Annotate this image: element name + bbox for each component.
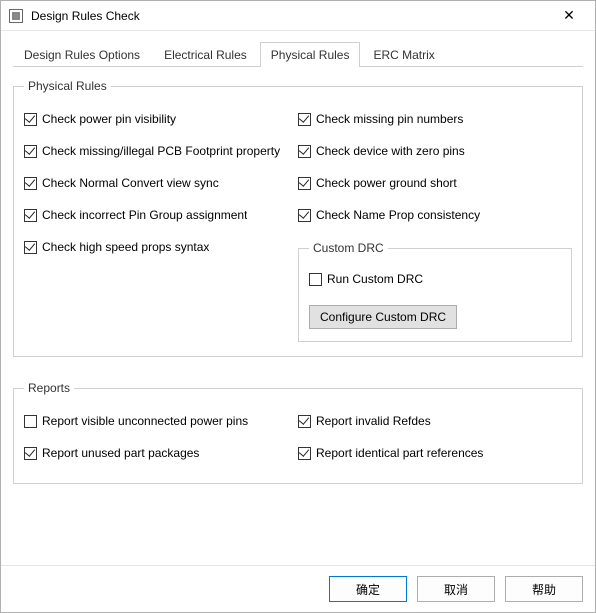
app-icon xyxy=(9,9,23,23)
checkbox-icon xyxy=(24,241,37,254)
checkbox-icon xyxy=(298,209,311,222)
check-power-ground-short[interactable]: Check power ground short xyxy=(298,176,572,190)
checkbox-label: Check Normal Convert view sync xyxy=(42,176,219,190)
checkbox-label: Run Custom DRC xyxy=(327,272,423,286)
checkbox-icon xyxy=(298,447,311,460)
checkbox-icon xyxy=(24,177,37,190)
window-title: Design Rules Check xyxy=(31,9,551,23)
ok-button[interactable]: 确定 xyxy=(329,576,407,602)
report-identical-part-references[interactable]: Report identical part references xyxy=(298,446,572,460)
checkbox-icon xyxy=(309,273,322,286)
check-power-pin-visibility[interactable]: Check power pin visibility xyxy=(24,112,298,126)
checkbox-label: Report invalid Refdes xyxy=(316,414,431,428)
checkbox-label: Check high speed props syntax xyxy=(42,240,209,254)
checkbox-icon xyxy=(298,145,311,158)
dialog-window: Design Rules Check ✕ Design Rules Option… xyxy=(0,0,596,613)
checkbox-icon xyxy=(24,209,37,222)
checkbox-icon xyxy=(24,415,37,428)
report-unused-part-packages[interactable]: Report unused part packages xyxy=(24,446,298,460)
tab-electrical-rules[interactable]: Electrical Rules xyxy=(153,42,258,67)
close-button[interactable]: ✕ xyxy=(551,1,587,30)
physical-rules-group: Physical Rules Check power pin visibilit… xyxy=(13,79,583,357)
checkbox-label: Report unused part packages xyxy=(42,446,199,460)
dialog-footer: 确定 取消 帮助 xyxy=(1,565,595,612)
checkbox-label: Report visible unconnected power pins xyxy=(42,414,248,428)
cancel-button[interactable]: 取消 xyxy=(417,576,495,602)
checkbox-label: Check incorrect Pin Group assignment xyxy=(42,208,247,222)
configure-custom-drc-button[interactable]: Configure Custom DRC xyxy=(309,305,457,329)
run-custom-drc[interactable]: Run Custom DRC xyxy=(309,272,561,286)
check-incorrect-pin-group[interactable]: Check incorrect Pin Group assignment xyxy=(24,208,298,222)
titlebar: Design Rules Check ✕ xyxy=(1,1,595,31)
check-normal-convert-view-sync[interactable]: Check Normal Convert view sync xyxy=(24,176,298,190)
tab-strip: Design Rules Options Electrical Rules Ph… xyxy=(13,41,583,67)
report-invalid-refdes[interactable]: Report invalid Refdes xyxy=(298,414,572,428)
tab-erc-matrix[interactable]: ERC Matrix xyxy=(362,42,445,67)
reports-group: Reports Report visible unconnected power… xyxy=(13,381,583,484)
check-name-prop-consistency[interactable]: Check Name Prop consistency xyxy=(298,208,572,222)
checkbox-icon xyxy=(298,415,311,428)
checkbox-label: Check device with zero pins xyxy=(316,144,465,158)
physical-rules-legend: Physical Rules xyxy=(24,79,111,93)
checkbox-icon xyxy=(298,113,311,126)
check-device-zero-pins[interactable]: Check device with zero pins xyxy=(298,144,572,158)
check-missing-footprint[interactable]: Check missing/illegal PCB Footprint prop… xyxy=(24,144,298,158)
check-high-speed-props-syntax[interactable]: Check high speed props syntax xyxy=(24,240,298,254)
checkbox-icon xyxy=(24,113,37,126)
tab-physical-rules[interactable]: Physical Rules xyxy=(260,42,361,67)
custom-drc-legend: Custom DRC xyxy=(309,241,388,255)
checkbox-label: Check missing pin numbers xyxy=(316,112,463,126)
tab-design-rules-options[interactable]: Design Rules Options xyxy=(13,42,151,67)
help-button[interactable]: 帮助 xyxy=(505,576,583,602)
custom-drc-group: Custom DRC Run Custom DRC Configure Cust… xyxy=(298,241,572,342)
checkbox-icon xyxy=(298,177,311,190)
checkbox-label: Check Name Prop consistency xyxy=(316,208,480,222)
reports-legend: Reports xyxy=(24,381,74,395)
checkbox-label: Report identical part references xyxy=(316,446,483,460)
check-missing-pin-numbers[interactable]: Check missing pin numbers xyxy=(298,112,572,126)
checkbox-label: Check missing/illegal PCB Footprint prop… xyxy=(42,144,280,158)
checkbox-label: Check power pin visibility xyxy=(42,112,176,126)
report-visible-unconnected-power-pins[interactable]: Report visible unconnected power pins xyxy=(24,414,298,428)
checkbox-icon xyxy=(24,145,37,158)
checkbox-icon xyxy=(24,447,37,460)
checkbox-label: Check power ground short xyxy=(316,176,457,190)
